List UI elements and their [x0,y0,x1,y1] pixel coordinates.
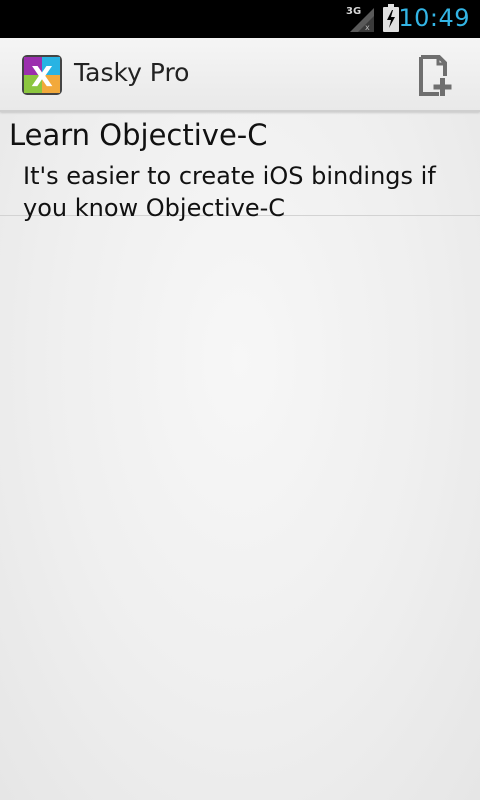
task-list-item[interactable]: Learn Objective-C It's easier to create … [0,112,480,222]
signal-icon: x [350,8,374,32]
task-notes: It's easier to create iOS bindings if yo… [23,162,436,222]
svg-text:x: x [365,23,370,32]
task-title: Learn Objective-C [9,118,268,152]
clock: 10:49 [398,4,470,32]
app-title: Tasky Pro [74,58,190,87]
task-list: Learn Objective-C It's easier to create … [0,112,480,222]
new-document-plus-icon [419,55,452,96]
battery-charging-icon [383,4,399,32]
svg-text:X: X [31,60,53,93]
xamarin-logo-icon[interactable]: X [22,55,62,95]
add-task-button[interactable] [412,54,460,98]
status-bar: 3G x 10:49 [0,0,480,38]
action-bar: X Tasky Pro [0,38,480,112]
